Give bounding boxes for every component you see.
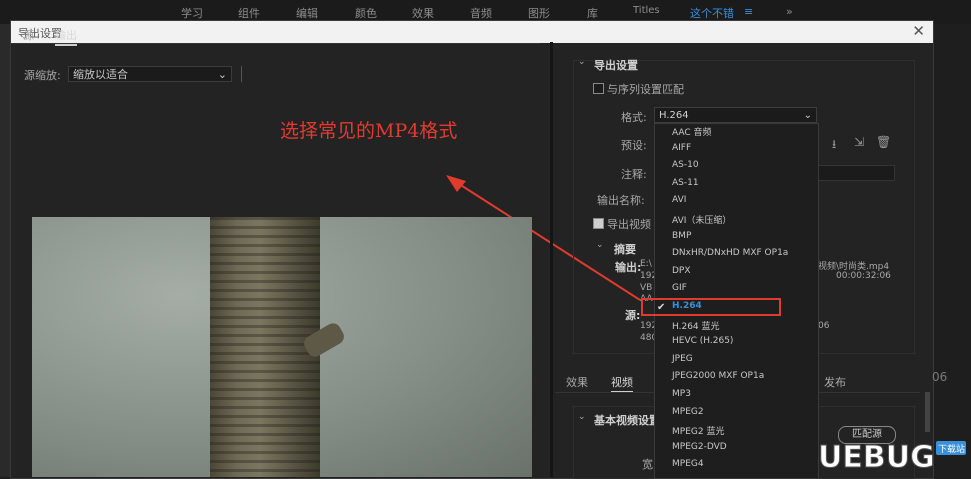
format-option[interactable]: AVI（未压缩） bbox=[672, 213, 731, 226]
format-select[interactable]: H.264 ⌄ bbox=[654, 107, 817, 123]
format-option[interactable]: AS-11 bbox=[672, 178, 699, 188]
match-sequence-label: 与序列设置匹配 bbox=[607, 83, 684, 96]
comment-label: 注释: bbox=[621, 168, 647, 181]
tree-trunk-image bbox=[210, 217, 320, 477]
highlight-box bbox=[641, 298, 781, 316]
format-option[interactable]: MPEG4 bbox=[672, 459, 704, 469]
summary-output-label: 输出: bbox=[615, 261, 642, 274]
video-preview bbox=[32, 217, 532, 477]
export-settings-header: 导出设置 bbox=[594, 59, 638, 72]
format-option[interactable]: GIF bbox=[672, 283, 687, 293]
format-label: 格式: bbox=[621, 111, 647, 124]
format-option[interactable]: AVI bbox=[672, 195, 686, 205]
watermark-logo: UEBUG 下载站 bbox=[818, 440, 966, 475]
tab-video[interactable]: 视频 bbox=[611, 374, 633, 393]
background-timecode: 06 bbox=[932, 370, 948, 384]
width-label: 宽 bbox=[642, 458, 653, 471]
comment-input[interactable] bbox=[818, 165, 895, 181]
format-option[interactable]: JPEG2000 MXF OP1a bbox=[672, 371, 764, 381]
save-preset-icon[interactable]: ⭳ bbox=[832, 135, 836, 156]
delete-preset-icon[interactable]: 🗑 bbox=[876, 135, 891, 149]
tab-publish[interactable]: 发布 bbox=[824, 374, 846, 390]
format-option[interactable]: DPX bbox=[672, 266, 691, 276]
match-sequence-checkbox[interactable] bbox=[593, 83, 604, 94]
summary-output-duration: 00:00:32:06 bbox=[836, 271, 891, 281]
format-option[interactable]: JPEG bbox=[672, 354, 693, 364]
format-option[interactable]: DNxHR/DNxHD MXF OP1a bbox=[672, 248, 788, 258]
import-preset-icon[interactable]: ⇲ bbox=[854, 135, 864, 149]
summary-header: 摘要 bbox=[614, 243, 636, 256]
output-name-label: 输出名称: bbox=[597, 194, 645, 207]
format-option[interactable]: MPEG2 蓝光 bbox=[672, 424, 724, 437]
watermark-sub-text: 下载站 bbox=[938, 443, 965, 455]
chevron-down-icon: ⌄ bbox=[803, 110, 812, 121]
summary-source-label: 源: bbox=[625, 309, 641, 322]
format-option[interactable]: AS-10 bbox=[672, 160, 699, 170]
basic-video-chevron-icon[interactable]: ⌄ bbox=[578, 412, 586, 422]
pane-splitter[interactable] bbox=[550, 42, 553, 477]
format-option[interactable]: HEVC (H.265) bbox=[672, 336, 733, 346]
basic-video-header: 基本视频设置 bbox=[594, 414, 660, 427]
summary-chevron-icon[interactable]: ⌄ bbox=[596, 240, 604, 250]
format-option[interactable]: AAC 音频 bbox=[672, 125, 712, 138]
export-video-checkbox[interactable] bbox=[593, 218, 604, 229]
tab-effects[interactable]: 效果 bbox=[566, 374, 588, 390]
format-option[interactable]: H.264 蓝光 bbox=[672, 319, 720, 332]
scrollbar[interactable] bbox=[925, 392, 930, 432]
summary-output-line: E:\ bbox=[640, 259, 652, 269]
preset-label: 预设: bbox=[621, 139, 647, 152]
watermark-logo-text: UEBUG bbox=[818, 440, 935, 475]
format-option[interactable]: AIFF bbox=[672, 143, 691, 153]
format-option[interactable]: MPEG2 bbox=[672, 407, 704, 417]
format-option[interactable]: MPEG2-DVD bbox=[672, 442, 727, 452]
format-option[interactable]: BMP bbox=[672, 231, 691, 241]
collapse-chevron-icon[interactable]: ⌄ bbox=[578, 57, 586, 67]
summary-source-tail: 06 bbox=[818, 321, 830, 331]
format-option[interactable]: MP3 bbox=[672, 389, 691, 399]
export-video-label: 导出视频 bbox=[607, 218, 651, 231]
format-value: H.264 bbox=[659, 110, 689, 121]
summary-output-line: VB bbox=[640, 283, 653, 293]
